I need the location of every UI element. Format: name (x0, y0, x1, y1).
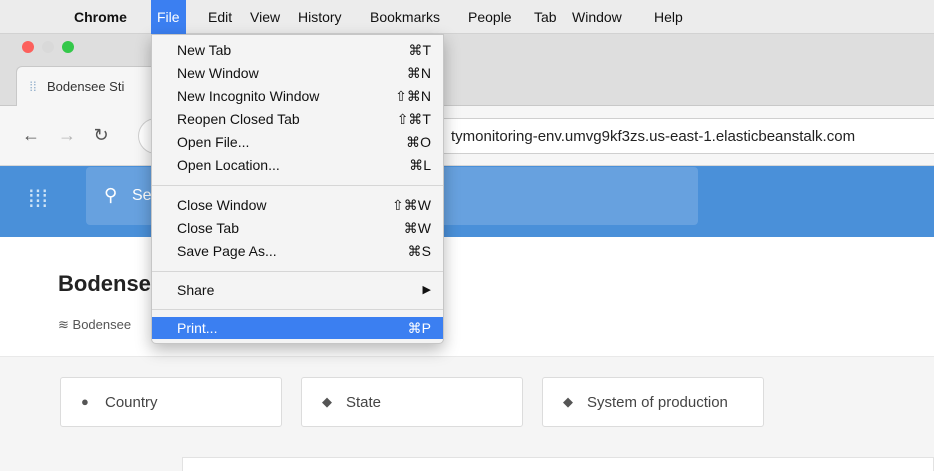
minimize-window-button[interactable] (42, 41, 54, 53)
page-title: Bodense (58, 271, 151, 296)
menu-item-label: Share (177, 282, 215, 298)
menu-item-open-location[interactable]: Open Location... ⌘L (152, 154, 443, 176)
menu-view[interactable]: View (244, 0, 286, 34)
menu-separator (152, 271, 443, 272)
menu-item-shortcut: ⌘L (409, 157, 431, 173)
file-menu-dropdown: New Tab ⌘T New Window ⌘N New Incognito W… (151, 34, 444, 344)
menu-tab[interactable]: Tab (528, 0, 563, 34)
close-window-button[interactable] (22, 41, 34, 53)
menu-item-shortcut: ⇧⌘N (395, 88, 431, 104)
submenu-arrow-icon: ▶ (422, 284, 431, 296)
tag-icon: ◆ (322, 394, 332, 409)
content-card (182, 457, 934, 471)
reload-icon[interactable]: ↻ (90, 123, 112, 147)
zoom-window-button[interactable] (62, 41, 74, 53)
tab-title: Bodensee Sti (47, 79, 125, 94)
menu-item-print[interactable]: Print... ⌘P (152, 317, 443, 339)
map-marker-icon: ● (81, 394, 89, 409)
filter-system-of-production[interactable]: ◆ System of production (542, 377, 764, 427)
page-header: Bodense ≋ Bodensee (0, 237, 934, 357)
filter-system-of-production-label: System of production (587, 394, 728, 411)
macos-menu-bar: Chrome File Edit View History Bookmarks … (0, 0, 934, 34)
menu-item-label: Save Page As... (177, 243, 277, 259)
menu-separator (152, 309, 443, 310)
breadcrumb[interactable]: ≋ Bodensee (58, 317, 131, 333)
browser-toolbar: ← → ↻ tymonitoring-env.umvg9kf3zs.us-eas… (0, 106, 934, 166)
forward-arrow-icon[interactable]: → (56, 123, 78, 147)
menu-item-new-tab[interactable]: New Tab ⌘T (152, 39, 443, 61)
back-arrow-icon[interactable]: ← (20, 123, 42, 147)
menu-item-shortcut: ⌘P (407, 320, 431, 336)
apple-logo-icon[interactable] (30, 7, 50, 27)
menu-bookmarks[interactable]: Bookmarks (364, 0, 446, 34)
menu-item-shortcut: ⌘T (408, 42, 431, 58)
menu-item-label: Close Tab (177, 220, 240, 236)
tab-strip: ⁞⁞ Bodensee Sti (0, 60, 934, 106)
menu-item-shortcut: ⌘O (406, 134, 431, 150)
menu-history[interactable]: History (292, 0, 348, 34)
search-icon: ⚲ (104, 185, 118, 205)
window-title-bar (0, 34, 934, 60)
menu-item-save-page-as[interactable]: Save Page As... ⌘S (152, 240, 443, 262)
menu-item-label: Print... (177, 320, 218, 336)
menu-item-open-file[interactable]: Open File... ⌘O (152, 131, 443, 153)
menu-item-reopen-closed-tab[interactable]: Reopen Closed Tab ⇧⌘T (152, 108, 443, 130)
breadcrumb-label: Bodensee (72, 317, 132, 332)
layers-icon: ≋ (58, 317, 69, 332)
filter-bar: ● Country ◆ State ◆ System of production (0, 357, 934, 471)
menu-item-shortcut: ⇧⌘T (396, 111, 431, 127)
filter-country[interactable]: ● Country (60, 377, 282, 427)
menu-item-close-tab[interactable]: Close Tab ⌘W (152, 217, 443, 239)
menu-item-label: Open Location... (177, 157, 280, 173)
search-placeholder: Se (132, 187, 152, 204)
filter-state[interactable]: ◆ State (301, 377, 523, 427)
menu-file[interactable]: File (151, 0, 186, 34)
menu-separator (152, 185, 443, 186)
menu-item-shortcut: ⇧⌘W (392, 197, 431, 213)
menu-edit[interactable]: Edit (202, 0, 238, 34)
app-logo-icon[interactable]: ⁞⁞⁞ (28, 183, 62, 217)
address-url: tymonitoring-env.umvg9kf3zs.us-east-1.el… (451, 128, 856, 145)
menu-window[interactable]: Window (566, 0, 628, 34)
menu-item-shortcut: ⌘W (403, 220, 431, 236)
menu-item-close-window[interactable]: Close Window ⇧⌘W (152, 194, 443, 216)
tag-icon: ◆ (563, 394, 573, 409)
menu-help[interactable]: Help (648, 0, 689, 34)
menu-item-label: Close Window (177, 197, 267, 213)
menu-item-label: New Tab (177, 42, 232, 58)
menu-item-label: New Incognito Window (177, 88, 320, 104)
menu-item-label: Reopen Closed Tab (177, 111, 300, 127)
menu-item-new-incognito-window[interactable]: New Incognito Window ⇧⌘N (152, 85, 443, 107)
menu-item-label: Open File... (177, 134, 250, 150)
menu-chrome[interactable]: Chrome (68, 0, 133, 34)
menu-people[interactable]: People (462, 0, 518, 34)
filter-state-label: State (346, 394, 382, 411)
menu-item-share[interactable]: Share ▶ (152, 279, 443, 301)
menu-item-label: New Window (177, 65, 259, 81)
menu-item-shortcut: ⌘N (406, 65, 431, 81)
menu-item-shortcut: ⌘S (407, 243, 431, 259)
menu-item-new-window[interactable]: New Window ⌘N (152, 62, 443, 84)
site-favicon-icon: ⁞⁞ (29, 79, 37, 94)
filter-country-label: Country (105, 394, 158, 411)
app-header: ⁞⁞⁞ ⚲ Se (0, 166, 934, 237)
